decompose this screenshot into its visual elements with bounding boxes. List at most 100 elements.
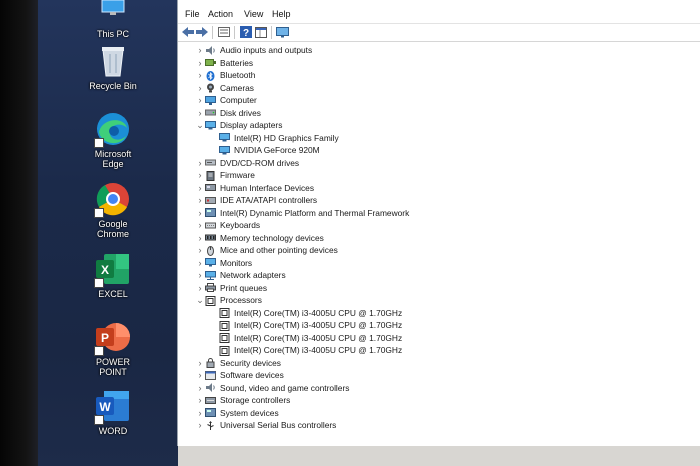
chevron-right-icon[interactable]: ›	[195, 383, 205, 393]
tree-leaf-cpu-2[interactable]: Intel(R) Core(TM) i3-4005U CPU @ 1.70GHz	[219, 332, 402, 344]
tree-node-batteries[interactable]: › Batteries	[195, 57, 254, 69]
tree-leaf-cpu-1[interactable]: Intel(R) Core(TM) i3-4005U CPU @ 1.70GHz	[219, 319, 402, 331]
tree-node-audio[interactable]: › Audio inputs and outputs	[195, 44, 313, 56]
properties-icon[interactable]	[217, 26, 230, 38]
tree-node-label: Cameras	[220, 82, 254, 93]
recycle-bin-icon	[96, 44, 130, 78]
tree-node-label: Mice and other pointing devices	[220, 245, 338, 255]
desktop-icon-label-line2: Chrome	[96, 229, 129, 239]
usb-icon	[205, 420, 216, 430]
menu-help[interactable]: Help	[272, 9, 291, 19]
tree-node-network[interactable]: › Network adapters	[195, 269, 286, 281]
chevron-right-icon[interactable]: ›	[195, 283, 205, 293]
desktop-icon-this-pc[interactable]: This PC	[38, 0, 188, 39]
menu-bar: File Action View Help	[178, 4, 700, 22]
svg-text:X: X	[101, 263, 109, 277]
tree-node-monitors[interactable]: › Monitors	[195, 257, 253, 269]
tree-node-computer[interactable]: › Computer	[195, 94, 257, 106]
chevron-right-icon[interactable]: ›	[195, 195, 205, 205]
tree-node-intel-dptf[interactable]: › Intel(R) Dynamic Platform and Thermal …	[195, 207, 410, 219]
chevron-right-icon[interactable]: ›	[195, 270, 205, 280]
help-icon[interactable]: ?	[239, 26, 252, 38]
back-arrow-icon[interactable]	[181, 26, 194, 38]
tree-node-memory[interactable]: › Memory technology devices	[195, 232, 324, 244]
tree-node-disk-drives[interactable]: › Disk drives	[195, 107, 261, 119]
chevron-right-icon[interactable]: ›	[195, 245, 205, 255]
console-icon[interactable]	[254, 26, 267, 38]
tree-node-cameras[interactable]: › Cameras	[195, 82, 254, 94]
svg-text:W: W	[99, 400, 111, 414]
forward-arrow-icon[interactable]	[195, 26, 208, 38]
tree-node-label: Network adapters	[220, 270, 286, 280]
tree-node-software[interactable]: › Software devices	[195, 369, 284, 381]
tree-node-system[interactable]: › System devices	[195, 407, 279, 419]
tree-node-label: Memory technology devices	[220, 232, 324, 243]
desktop-icon-recycle-bin[interactable]: Recycle Bin	[38, 44, 188, 91]
chevron-right-icon[interactable]: ›	[195, 183, 205, 193]
tree-node-bluetooth[interactable]: › Bluetooth	[195, 69, 255, 81]
chevron-right-icon[interactable]: ›	[195, 70, 205, 80]
desktop-icon-excel[interactable]: X EXCEL	[38, 252, 188, 299]
chevron-right-icon[interactable]: ›	[195, 220, 205, 230]
network-adapter-icon	[205, 270, 216, 280]
menu-file[interactable]: File	[185, 9, 200, 19]
tree-leaf-display-nvidia[interactable]: NVIDIA GeForce 920M	[219, 144, 320, 156]
tree-node-label: Keyboards	[220, 220, 261, 230]
chevron-down-icon[interactable]: ⌄	[195, 295, 205, 306]
tree-node-label: Human Interface Devices	[220, 182, 315, 193]
menu-view[interactable]: View	[244, 9, 263, 19]
chevron-right-icon[interactable]: ›	[195, 83, 205, 93]
desktop-icon-powerpoint[interactable]: P POWER POINT	[38, 320, 188, 377]
chevron-right-icon[interactable]: ›	[195, 108, 205, 118]
tree-node-sound[interactable]: › Sound, video and game controllers	[195, 382, 350, 394]
tree-node-hid[interactable]: › Human Interface Devices	[195, 182, 315, 194]
tree-leaf-cpu-0[interactable]: Intel(R) Core(TM) i3-4005U CPU @ 1.70GHz	[219, 307, 402, 319]
tree-node-display-adapters[interactable]: ⌄ Display adapters	[195, 119, 282, 131]
system-device-icon	[205, 408, 216, 417]
chevron-right-icon[interactable]: ›	[195, 158, 205, 168]
chevron-right-icon[interactable]: ›	[195, 420, 205, 430]
toolbar: ?	[178, 23, 700, 42]
chevron-right-icon[interactable]: ›	[195, 95, 205, 105]
desktop-icon-label: Recycle Bin	[89, 81, 137, 91]
chevron-right-icon[interactable]: ›	[195, 45, 205, 55]
chevron-right-icon[interactable]: ›	[195, 258, 205, 268]
chevron-right-icon[interactable]: ›	[195, 58, 205, 68]
monitor-icon[interactable]	[276, 26, 289, 38]
tree-node-label: IDE ATA/ATAPI controllers	[220, 195, 318, 205]
desktop-icon-label: EXCEL	[98, 289, 128, 299]
tree-node-processors[interactable]: ⌄ Processors	[195, 294, 262, 306]
speaker-icon	[205, 383, 216, 392]
desktop-icon-edge[interactable]: Microsoft Edge	[38, 112, 188, 169]
chevron-right-icon[interactable]: ›	[195, 408, 205, 418]
chevron-right-icon[interactable]: ›	[195, 208, 205, 218]
tree-node-keyboards[interactable]: › Keyboards	[195, 219, 261, 231]
tree-node-print-queues[interactable]: › Print queues	[195, 282, 268, 294]
desktop-icon-label-line1: Google	[98, 219, 128, 229]
tree-node-label: DVD/CD-ROM drives	[220, 157, 300, 168]
desktop-icon-chrome[interactable]: Google Chrome	[38, 182, 188, 239]
chevron-down-icon[interactable]: ⌄	[195, 120, 205, 131]
tree-node-security[interactable]: › Security devices	[195, 357, 281, 369]
tree-node-storage[interactable]: › Storage controllers	[195, 394, 291, 406]
desktop-icon-label-line2: Edge	[102, 159, 124, 169]
processor-icon	[205, 295, 216, 306]
tree-node-label: Monitors	[220, 257, 253, 268]
tree-node-mice[interactable]: › Mice and other pointing devices	[195, 244, 338, 256]
svg-text:?: ?	[242, 28, 248, 38]
tree-leaf-cpu-3[interactable]: Intel(R) Core(TM) i3-4005U CPU @ 1.70GHz	[219, 344, 402, 356]
desktop-icon-word[interactable]: W WORD	[38, 389, 188, 436]
tree-node-dvd[interactable]: › DVD/CD-ROM drives	[195, 157, 300, 169]
tree-leaf-display-intel[interactable]: Intel(R) HD Graphics Family	[219, 132, 339, 144]
processor-icon	[219, 320, 230, 331]
tree-node-ide[interactable]: › IDE ATA/ATAPI controllers	[195, 194, 318, 206]
chevron-right-icon[interactable]: ›	[195, 370, 205, 380]
chevron-right-icon[interactable]: ›	[195, 233, 205, 243]
menu-action[interactable]: Action	[208, 9, 233, 19]
chevron-right-icon[interactable]: ›	[195, 395, 205, 405]
chevron-right-icon[interactable]: ›	[195, 170, 205, 180]
word-icon: W	[94, 389, 130, 425]
chevron-right-icon[interactable]: ›	[195, 358, 205, 368]
tree-node-usb[interactable]: › Universal Serial Bus controllers	[195, 419, 337, 431]
tree-node-firmware[interactable]: › Firmware	[195, 169, 255, 181]
